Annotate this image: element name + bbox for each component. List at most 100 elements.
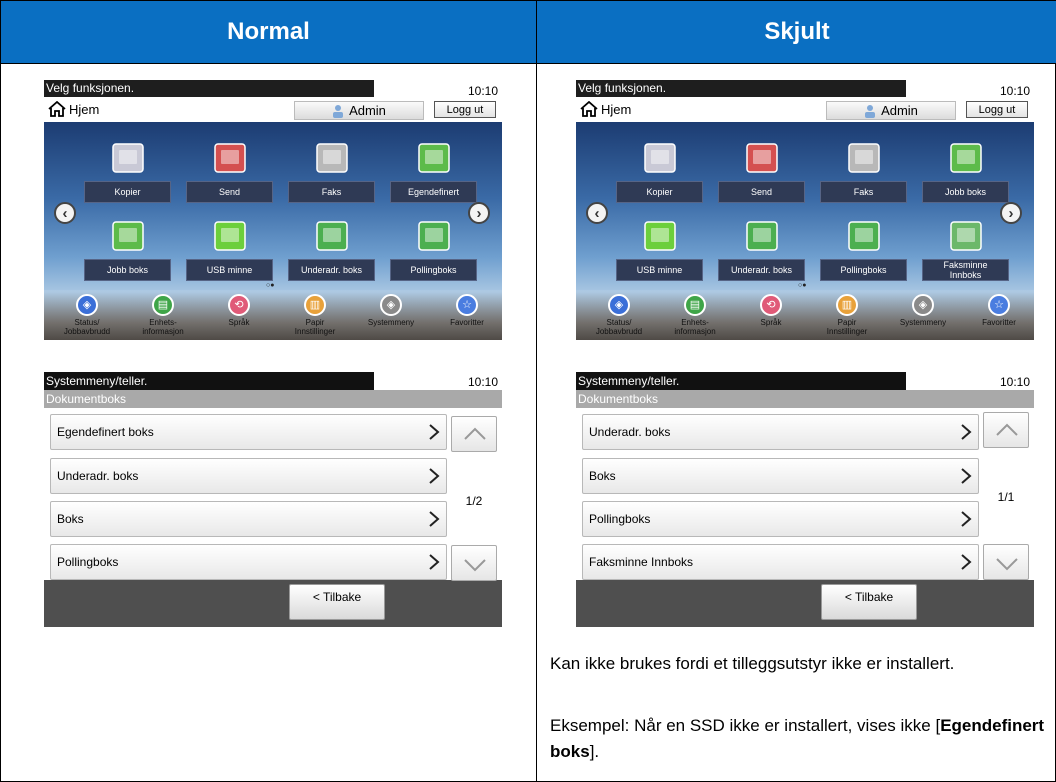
system-menu-icon: ◈ [380, 294, 402, 316]
page-number: 1/1 [997, 490, 1015, 504]
prev-page-arrow[interactable]: ‹ [54, 202, 76, 224]
note-paragraph-2: Eksempel: Når en SSD ikke er installert,… [550, 713, 1046, 765]
app-jobb-boks[interactable]: Jobb boks [922, 138, 1009, 203]
prev-page-arrow[interactable]: ‹ [586, 202, 608, 224]
menu-item-pollingboks[interactable]: Pollingboks [582, 501, 979, 537]
menu-item-underadr-boks[interactable]: Underadr. boks [582, 414, 979, 450]
app-faks[interactable]: Faks [820, 138, 907, 203]
bottom-item-label: Systemmeny [367, 318, 415, 327]
home-screen-normal: Velg funksjonen. 10:10 Hjem Admin Logg u… [44, 80, 502, 340]
kopier-icon [108, 138, 148, 178]
chevron-down-icon [464, 559, 486, 572]
favorites-icon: ☆ [988, 294, 1010, 316]
app-usb-minne[interactable]: USB minne [616, 216, 703, 281]
page-indicator: ○● [798, 282, 807, 289]
scroll-up-button[interactable] [983, 412, 1029, 448]
menu-item-faksminne-innboks[interactable]: Faksminne Innboks [582, 544, 979, 580]
app-label: Jobb boks [84, 259, 171, 281]
favorites-icon: ☆ [456, 294, 478, 316]
bottom-item-status-jobbavbrudd[interactable]: ◈ Status/Jobbavbrudd [584, 294, 654, 336]
app-faksminne-innboks[interactable]: Faksminne Innboks [922, 216, 1009, 281]
bottom-item-favoritter[interactable]: ☆ Favoritter [964, 294, 1034, 327]
app-label: Kopier [616, 181, 703, 203]
menu-item-underadr-boks[interactable]: Underadr. boks [50, 458, 447, 494]
app-faks[interactable]: Faks [288, 138, 375, 203]
app-usb-minne[interactable]: USB minne [186, 216, 273, 281]
app-label: Underadr. boks [288, 259, 375, 281]
bottom-item-label: Papir Innstillinger [826, 318, 868, 336]
device-info-icon: ▤ [684, 294, 706, 316]
bottom-item-enhets-informasjon[interactable]: ▤ Enhets-informasjon [128, 294, 198, 336]
app-label: Jobb boks [922, 181, 1009, 203]
bottom-item-papir-innstillinger[interactable]: ▥ Papir Innstillinger [280, 294, 350, 336]
app-label: Kopier [84, 181, 171, 203]
bottom-item-label: Status/Jobbavbrudd [595, 318, 643, 336]
app-label: Faks [820, 181, 907, 203]
header-divider [1, 63, 1056, 64]
usb-minne-icon [210, 216, 250, 256]
app-send[interactable]: Send [718, 138, 805, 203]
menu-item-label: Pollingboks [589, 512, 651, 526]
app-send[interactable]: Send [186, 138, 273, 203]
app-underadr-boks[interactable]: Underadr. boks [288, 216, 375, 281]
scroll-down-button[interactable] [983, 544, 1029, 580]
paper-settings-icon: ▥ [836, 294, 858, 316]
bottom-item-label: Systemmeny [899, 318, 947, 327]
admin-button[interactable]: Admin [294, 101, 424, 120]
menu-item-boks[interactable]: Boks [50, 501, 447, 537]
bottom-item-spr-k[interactable]: ⟲ Språk [204, 294, 274, 327]
breadcrumb: Dokumentboks [44, 390, 502, 408]
menu-item-egendefinert-boks[interactable]: Egendefinert boks [50, 414, 447, 450]
bottom-item-label: Språk [760, 318, 782, 327]
app-underadr-boks[interactable]: Underadr. boks [718, 216, 805, 281]
logout-button[interactable]: Logg ut [434, 101, 496, 118]
page-number: 1/2 [465, 494, 483, 508]
app-label: Pollingboks [820, 259, 907, 281]
jobb-boks-icon [946, 138, 986, 178]
note-text-end: ]. [589, 742, 600, 761]
chevron-right-icon [426, 423, 442, 441]
status-icon: ◈ [76, 294, 98, 316]
menu-item-boks[interactable]: Boks [582, 458, 979, 494]
back-button[interactable]: < Tilbake [289, 584, 385, 620]
bottom-item-systemmeny[interactable]: ◈ Systemmeny [888, 294, 958, 327]
app-egendefinert[interactable]: Egendefinert [390, 138, 477, 203]
app-jobb-boks[interactable]: Jobb boks [84, 216, 171, 281]
bottom-item-status-jobbavbrudd[interactable]: ◈ Status/Jobbavbrudd [52, 294, 122, 336]
app-label: USB minne [616, 259, 703, 281]
device-info-icon: ▤ [152, 294, 174, 316]
bottom-item-spr-k[interactable]: ⟲ Språk [736, 294, 806, 327]
chevron-right-icon [426, 510, 442, 528]
next-page-arrow[interactable]: › [1000, 202, 1022, 224]
system-menu-hidden: Systemmeny/teller. 10:10 Dokumentboks 1/… [576, 372, 1034, 627]
send-icon [210, 138, 250, 178]
app-label: Pollingboks [390, 259, 477, 281]
home-title: Velg funksjonen. [44, 80, 374, 97]
bottom-item-papir-innstillinger[interactable]: ▥ Papir Innstillinger [812, 294, 882, 336]
pollingboks-icon [414, 216, 454, 256]
scroll-down-button[interactable] [451, 545, 497, 581]
app-label: Faks [288, 181, 375, 203]
app-pollingboks[interactable]: Pollingboks [820, 216, 907, 281]
app-kopier[interactable]: Kopier [616, 138, 703, 203]
menu-item-pollingboks[interactable]: Pollingboks [50, 544, 447, 580]
back-button[interactable]: < Tilbake [821, 584, 917, 620]
admin-button[interactable]: Admin [826, 101, 956, 120]
app-pollingboks[interactable]: Pollingboks [390, 216, 477, 281]
menu-item-label: Pollingboks [57, 555, 119, 569]
home-button[interactable]: Hjem [580, 101, 631, 117]
home-time: 10:10 [999, 84, 1030, 98]
app-kopier[interactable]: Kopier [84, 138, 171, 203]
scroll-up-button[interactable] [451, 416, 497, 452]
bottom-item-systemmeny[interactable]: ◈ Systemmeny [356, 294, 426, 327]
bottom-item-favoritter[interactable]: ☆ Favoritter [432, 294, 502, 327]
bottom-item-label: Enhets-informasjon [674, 318, 716, 336]
app-label: Underadr. boks [718, 259, 805, 281]
logout-button[interactable]: Logg ut [966, 101, 1028, 118]
home-button[interactable]: Hjem [48, 101, 99, 117]
bottom-item-enhets-informasjon[interactable]: ▤ Enhets-informasjon [660, 294, 730, 336]
next-page-arrow[interactable]: › [468, 202, 490, 224]
faks-icon [312, 138, 352, 178]
menu-item-label: Underadr. boks [57, 469, 139, 483]
send-icon [742, 138, 782, 178]
